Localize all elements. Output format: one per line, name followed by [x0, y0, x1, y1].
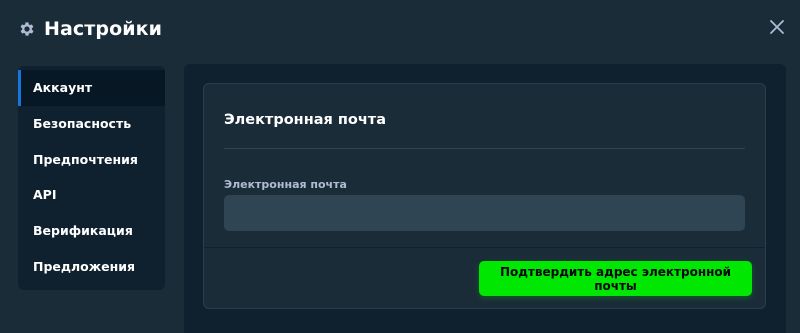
- sidebar-item-label: Предложения: [33, 258, 136, 274]
- email-field[interactable]: [224, 195, 745, 231]
- gear-icon: [20, 22, 34, 36]
- confirm-email-button[interactable]: Подтвердить адрес электронной почты: [479, 261, 752, 296]
- sidebar-item-verification[interactable]: Верификация: [18, 213, 165, 249]
- sidebar-item-security[interactable]: Безопасность: [18, 106, 165, 142]
- email-field-label: Электронная почта: [224, 178, 347, 191]
- email-card: Электронная почта Электронная почта Подт…: [203, 83, 766, 309]
- sidebar-item-label: Аккаунт: [33, 80, 93, 96]
- sidebar-item-label: Верификация: [33, 223, 133, 239]
- sidebar-item-label: API: [33, 187, 57, 203]
- modal-header: Настройки: [18, 14, 162, 44]
- close-icon[interactable]: [768, 18, 786, 36]
- divider: [204, 247, 765, 248]
- sidebar-item-preferences[interactable]: Предпочтения: [18, 141, 165, 177]
- settings-sidebar: Аккаунт Безопасность Предпочтения API Ве…: [18, 66, 165, 290]
- sidebar-item-label: Безопасность: [33, 116, 132, 132]
- sidebar-item-label: Предпочтения: [33, 151, 138, 167]
- divider: [224, 148, 745, 149]
- card-title: Электронная почта: [224, 112, 386, 128]
- sidebar-item-offers[interactable]: Предложения: [18, 248, 165, 284]
- sidebar-item-account[interactable]: Аккаунт: [18, 70, 165, 106]
- page-title: Настройки: [44, 18, 163, 40]
- settings-modal: Настройки Аккаунт Безопасность Предпочте…: [0, 0, 800, 333]
- sidebar-item-api[interactable]: API: [18, 177, 165, 213]
